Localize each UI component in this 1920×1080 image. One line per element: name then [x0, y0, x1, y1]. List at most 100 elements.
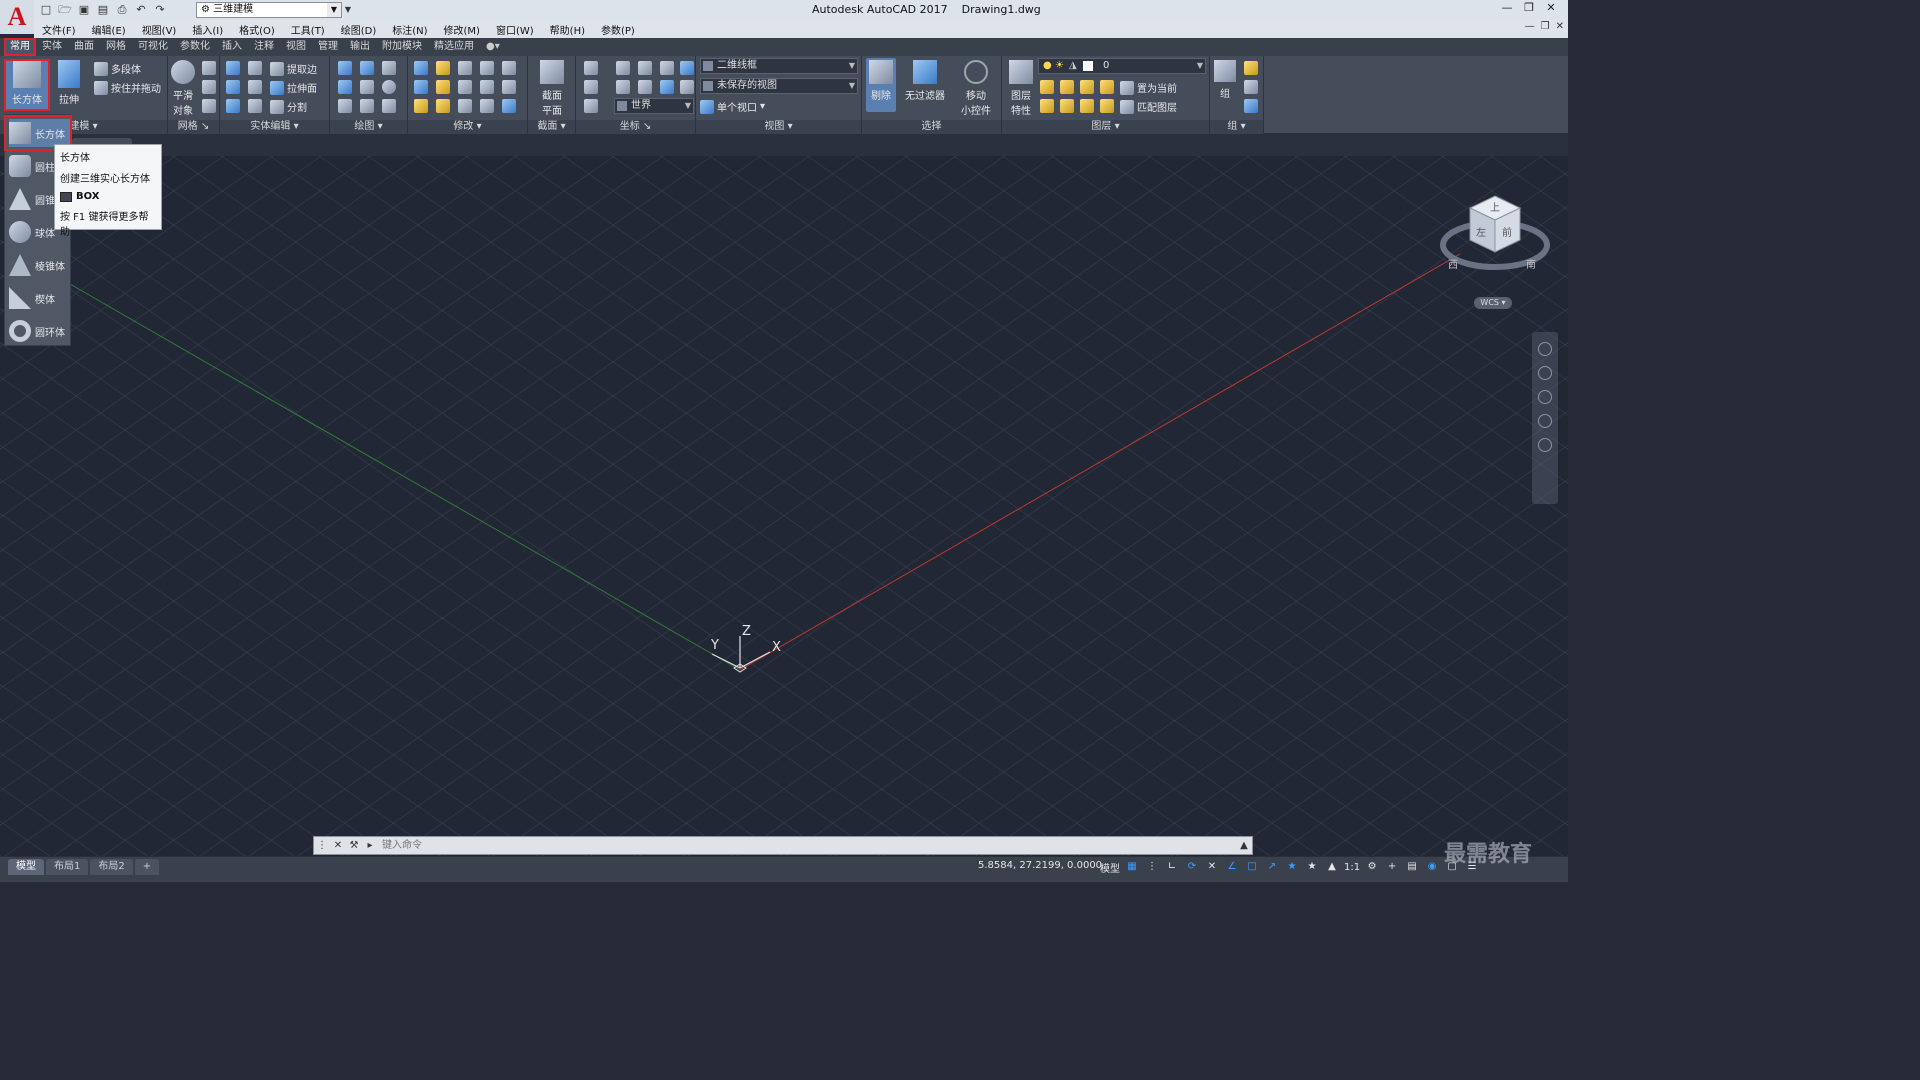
zoom-icon[interactable] [1538, 390, 1552, 404]
polysolid-button[interactable]: 多段体 [94, 61, 141, 76]
smooth-object-button[interactable]: 平滑 对象 [170, 60, 196, 117]
menu-draw[interactable]: 绘图(D) [333, 22, 385, 37]
mesh-tool-icon[interactable] [202, 99, 216, 113]
panel-label-solid-edit[interactable]: 实体编辑 ▾ [220, 120, 329, 134]
layer-tool-icon[interactable] [1100, 80, 1114, 94]
modify-icon[interactable] [458, 80, 472, 94]
split-button[interactable]: 分割 [270, 99, 307, 114]
menu-edit[interactable]: 编辑(E) [84, 22, 134, 37]
presspull-button[interactable]: 按住并拖动 [94, 80, 161, 95]
print-icon[interactable]: ⎙ [114, 2, 130, 18]
visual-style-select[interactable]: 二维线框 ▼ [700, 58, 858, 74]
modify-icon[interactable] [480, 61, 494, 75]
modify-icon[interactable] [502, 80, 516, 94]
drawing-viewport[interactable]: Z Y X [0, 156, 1568, 856]
annotation-visibility-icon[interactable]: ★ [1284, 859, 1300, 875]
ucs-icon[interactable] [584, 61, 598, 75]
wrench-icon[interactable]: ⚒ [346, 840, 362, 851]
tab-layout2[interactable]: 布局2 [90, 859, 133, 875]
rectangle-icon[interactable] [360, 99, 374, 113]
selection-filter-button[interactable]: 无过滤器 [902, 60, 948, 102]
units-icon[interactable]: ▤ [1404, 859, 1420, 875]
saved-view-select[interactable]: 未保存的视图 ▼ [700, 78, 858, 94]
ellipse-icon[interactable] [382, 99, 396, 113]
osnap-icon[interactable]: □ [1244, 859, 1260, 875]
modify-icon[interactable] [436, 99, 450, 113]
tab-model[interactable]: 模型 [8, 859, 44, 875]
group-tool-icon[interactable] [1244, 61, 1258, 75]
grid-icon[interactable]: ▦ [1124, 859, 1140, 875]
dynamic-ucs-icon[interactable]: ↗ [1264, 859, 1280, 875]
polyline-icon[interactable] [338, 61, 352, 75]
new-icon[interactable]: □ [38, 2, 54, 18]
tab-manage[interactable]: 管理 [312, 38, 344, 56]
osnap-tracking-icon[interactable]: ∠ [1224, 859, 1240, 875]
layer-tool-icon[interactable] [1040, 99, 1054, 113]
section-plane-button[interactable]: 截面 平面 [536, 60, 568, 117]
ucs-icon[interactable] [616, 61, 630, 75]
steering-wheel-icon[interactable] [1538, 342, 1552, 356]
mesh-tool-icon[interactable] [202, 61, 216, 75]
gear-icon[interactable]: ⚙ [1364, 859, 1380, 875]
tab-home[interactable]: 常用 [4, 38, 36, 56]
menu-tools[interactable]: 工具(T) [283, 22, 333, 37]
tab-addins[interactable]: 附加模块 [376, 38, 428, 56]
mesh-tool-icon[interactable] [202, 80, 216, 94]
menu-help[interactable]: 帮助(H) [542, 22, 593, 37]
menu-window[interactable]: 窗口(W) [488, 22, 542, 37]
group-button[interactable]: 组 [1212, 60, 1238, 100]
tab-featured-apps[interactable]: 精选应用 [428, 38, 480, 56]
tab-insert[interactable]: 插入 [216, 38, 248, 56]
snap-icon[interactable]: ⋮ [1144, 859, 1160, 875]
flyout-item-pyramid[interactable]: 棱锥体 [9, 251, 71, 279]
modify-icon[interactable] [414, 99, 428, 113]
command-input[interactable] [378, 838, 1236, 853]
modify-icon[interactable] [436, 61, 450, 75]
ucs-icon[interactable] [638, 80, 652, 94]
panel-label-groups[interactable]: 组 ▾ [1210, 120, 1263, 134]
tab-output[interactable]: 输出 [344, 38, 376, 56]
culling-button[interactable]: 剔除 [866, 58, 896, 112]
layer-tool-icon[interactable] [1080, 99, 1094, 113]
panel-label-view[interactable]: 视图 ▾ [696, 120, 861, 134]
qat-customize-icon[interactable]: ▼ [342, 2, 354, 18]
layer-tool-icon[interactable] [1060, 80, 1074, 94]
menu-dimension[interactable]: 标注(N) [384, 22, 435, 37]
ucs-icon[interactable] [584, 99, 598, 113]
tab-annotate[interactable]: 注释 [248, 38, 280, 56]
tab-view[interactable]: 视图 [280, 38, 312, 56]
extrude-button[interactable]: 拉伸 [56, 60, 82, 106]
ucs-icon[interactable] [680, 80, 694, 94]
circle-icon[interactable] [382, 80, 396, 94]
lasso-icon[interactable] [360, 61, 374, 75]
annotation-scale-icon[interactable]: ▲ [1324, 859, 1340, 875]
ucs-select[interactable]: 世界 ▼ [614, 98, 694, 114]
recent-commands-icon[interactable]: ▸ [362, 840, 378, 851]
tab-surface[interactable]: 曲面 [68, 38, 100, 56]
open-icon[interactable]: 🗁 [57, 2, 73, 18]
subtract-icon[interactable] [226, 80, 240, 94]
layer-tool-icon[interactable] [1060, 99, 1074, 113]
modify-icon[interactable] [480, 99, 494, 113]
undo-icon[interactable]: ↶ [133, 2, 149, 18]
model-space-button[interactable]: 模型 [1100, 860, 1120, 875]
menu-view[interactable]: 视图(V) [134, 22, 185, 37]
panel-label-mesh[interactable]: 网格 ↘ [168, 120, 219, 134]
modify-icon[interactable] [458, 99, 472, 113]
orbit-icon[interactable] [1538, 414, 1552, 428]
solid-edit-icon[interactable] [248, 80, 262, 94]
menu-modify[interactable]: 修改(M) [436, 22, 488, 37]
polar-icon[interactable]: ⟳ [1184, 859, 1200, 875]
minimize-button[interactable]: — [1496, 0, 1518, 16]
redo-icon[interactable]: ↷ [152, 2, 168, 18]
move-gizmo-button[interactable]: 移动 小控件 [956, 60, 996, 117]
annotation-scale-value[interactable]: 1:1 [1344, 862, 1360, 873]
panel-label-modify[interactable]: 修改 ▾ [408, 120, 527, 134]
doc-restore-icon[interactable]: ❐ [1541, 21, 1550, 32]
modify-icon[interactable] [436, 80, 450, 94]
close-button[interactable]: ✕ [1540, 0, 1562, 16]
layer-tool-icon[interactable] [1040, 80, 1054, 94]
group-tool-icon[interactable] [1244, 80, 1258, 94]
modify-icon[interactable] [414, 80, 428, 94]
ribbon-toggle-icon[interactable]: ●▾ [480, 38, 506, 56]
